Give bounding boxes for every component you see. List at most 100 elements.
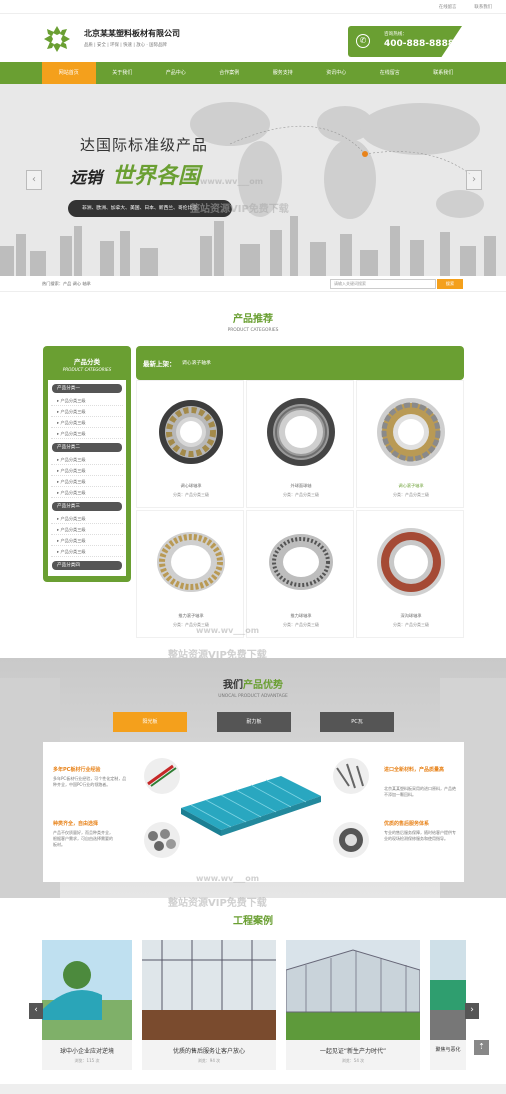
case-title: 一起见证“新生产力时代” (319, 1048, 387, 1055)
nav-item-cases[interactable]: 合作案例 (203, 62, 257, 84)
category-item[interactable]: ▸ 产品分类三级 (51, 417, 123, 428)
sidebar-title: 产品分类 (74, 358, 100, 366)
product-card[interactable]: 外球面球轴 分类：产品分类三级 (246, 380, 354, 508)
advantage-item-title: 种类齐全，自由选择 (53, 821, 99, 827)
hotline-number: 400-888-8888 (384, 39, 455, 49)
tab-pc-tile[interactable]: PC瓦 (320, 712, 394, 732)
category-item-label: 产品分类三级 (60, 409, 86, 414)
watermark-url: www.wv___om (196, 626, 260, 635)
product-card[interactable]: 推力滚子轴承 分类：产品分类三级 (136, 510, 244, 638)
nav-item-contact[interactable]: 联系我们 (417, 62, 471, 84)
category-group[interactable]: 产品分类三 (52, 502, 122, 511)
hotline-label: 咨询热线： (384, 32, 407, 37)
nav-item-service[interactable]: 服务支持 (256, 62, 310, 84)
cases-prev-button[interactable]: ‹ (29, 1003, 43, 1019)
category-item-label: 产品分类三级 (60, 431, 86, 436)
category-item[interactable]: ▸ 产品分类三级 (51, 428, 123, 439)
case-views: 浏览：54 次 (341, 1058, 365, 1063)
product-category: 分类：产品分类三级 (283, 622, 319, 627)
banner-next-button[interactable]: › (466, 170, 482, 190)
nav-item-about[interactable]: 关于我们 (96, 62, 150, 84)
footer (0, 1084, 506, 1094)
product-grid: 调心球轴承 分类：产品分类三级 外球面球轴 分类：产品分类三级 调心滚子轴承 分… (136, 380, 464, 638)
cases-next-button[interactable]: › (465, 1003, 479, 1019)
case-card[interactable]: 一起见证“新生产力时代” 浏览：54 次 (286, 940, 420, 1070)
cases-section-title: 工程案例 (0, 912, 506, 927)
top-strip: 在线留言 联系我们 (0, 0, 506, 14)
advantage-subtitle: UNOCAL PRODUCT ADVANTAGE (218, 694, 288, 699)
category-item[interactable]: ▸ 产品分类三级 (51, 454, 123, 465)
new-products-keyword[interactable]: 调心滚子轴承 (182, 359, 211, 366)
category-item-label: 产品分类三级 (60, 457, 86, 462)
tape-image (333, 822, 369, 858)
pc-sheet-image (181, 776, 321, 836)
products-title: 产品推荐 (233, 314, 273, 325)
screws-image (333, 758, 369, 794)
product-name: 调心滚子轴承 (398, 483, 424, 488)
products-section-title: 产品推荐 PRODUCT CATEGORIES (0, 310, 506, 333)
product-card[interactable]: 调心球轴承 分类：产品分类三级 (136, 380, 244, 508)
category-item-label: 产品分类三级 (60, 516, 86, 521)
category-group[interactable]: 产品分类一 (52, 384, 122, 393)
hot-keywords[interactable]: 热门搜索：产品 调心 轴承 (42, 281, 91, 287)
category-item[interactable]: ▸ 产品分类三级 (51, 476, 123, 487)
advantage-item-desc: 多年PC板材行业经验，可个性化定制，品种齐全，中国PC行业的领跑者。 (53, 776, 127, 787)
back-to-top-button[interactable]: ⇡ (474, 1040, 489, 1055)
category-item[interactable]: ▸ 产品分类三级 (51, 546, 123, 557)
nav-item-home[interactable]: 网站首页 (42, 62, 96, 84)
category-item[interactable]: ▸ 产品分类三级 (51, 513, 123, 524)
product-card[interactable]: 深沟球轴承 分类：产品分类三级 (356, 510, 464, 638)
case-card[interactable]: 优质的售后服务让客户放心 浏览：94 次 (142, 940, 276, 1070)
case-card[interactable]: 聚焦与恶化 (430, 940, 466, 1070)
company-name: 北京某某塑料板材有限公司 (84, 29, 180, 38)
tab-sunshine-board[interactable]: 阳光板 (113, 712, 187, 732)
product-category: 分类：产品分类三级 (283, 492, 319, 497)
category-item[interactable]: ▸ 产品分类三级 (51, 395, 123, 406)
nav-item-products[interactable]: 产品中心 (149, 62, 203, 84)
category-item-label: 产品分类三级 (60, 420, 86, 425)
banner-prev-button[interactable]: ‹ (26, 170, 42, 190)
product-category: 分类：产品分类三级 (173, 492, 209, 497)
search-button[interactable]: 搜索 (437, 279, 463, 289)
watermark-url: www.wv___om (196, 874, 260, 883)
search-input[interactable]: 请输入关键词搜索 (330, 279, 436, 289)
product-card[interactable]: 调心滚子轴承 分类：产品分类三级 (356, 380, 464, 508)
category-item-label: 产品分类三级 (60, 538, 86, 543)
case-title: 聚焦与恶化 (435, 1047, 461, 1053)
advantage-item-desc: 北京某某塑料板采用的进口原料，产品绝不添加一颗回料。 (384, 786, 456, 797)
category-item-label: 产品分类三级 (60, 490, 86, 495)
top-link-message[interactable]: 在线留言 (439, 4, 457, 10)
category-group[interactable]: 产品分类四 (52, 561, 122, 570)
phone-icon: ✆ (356, 34, 370, 48)
category-item-label: 产品分类三级 (60, 398, 86, 403)
category-item[interactable]: ▸ 产品分类三级 (51, 487, 123, 498)
product-category: 分类：产品分类三级 (393, 492, 429, 497)
bearing-image (267, 398, 335, 466)
case-views: 浏览：115 次 (74, 1058, 100, 1063)
category-sidebar: 产品分类 PRODUCT CATEGORIES 产品分类一 ▸ 产品分类三级 ▸… (43, 346, 131, 582)
top-link-contact[interactable]: 联系我们 (474, 4, 492, 10)
category-item[interactable]: ▸ 产品分类三级 (51, 524, 123, 535)
category-item[interactable]: ▸ 产品分类三级 (51, 406, 123, 417)
company-slogan: 品质 | 安全 | 环保 | 快速 | 放心 · 国际品牌 (84, 43, 167, 48)
advantage-item-title: 进口全新材料，产品质量高 (384, 767, 445, 773)
product-card[interactable]: 推力球轴承 分类：产品分类三级 (246, 510, 354, 638)
logo-icon[interactable] (42, 24, 72, 54)
watermark-url: www.wv___om (200, 177, 264, 186)
category-item[interactable]: ▸ 产品分类三级 (51, 535, 123, 546)
category-item-label: 产品分类三级 (60, 479, 86, 484)
nav-item-message[interactable]: 在线留言 (363, 62, 417, 84)
new-products-label: 最新上架： (143, 360, 176, 368)
category-item-label: 产品分类三级 (60, 549, 86, 554)
category-item-label: 产品分类三级 (60, 527, 86, 532)
bearing-image (377, 398, 445, 466)
product-name: 外球面球轴 (290, 483, 312, 488)
category-item[interactable]: ▸ 产品分类三级 (51, 465, 123, 476)
bearing-image (157, 532, 225, 592)
main-nav: 网站首页 关于我们 产品中心 合作案例 服务支持 资讯中心 在线留言 联系我们 (0, 62, 506, 84)
product-name: 调心球轴承 (180, 483, 202, 488)
tab-endurance-board[interactable]: 耐力板 (217, 712, 291, 732)
case-card[interactable]: 球中小企业应对逆境 浏览：115 次 (42, 940, 132, 1070)
nav-item-news[interactable]: 资讯中心 (310, 62, 364, 84)
category-group[interactable]: 产品分类二 (52, 443, 122, 452)
